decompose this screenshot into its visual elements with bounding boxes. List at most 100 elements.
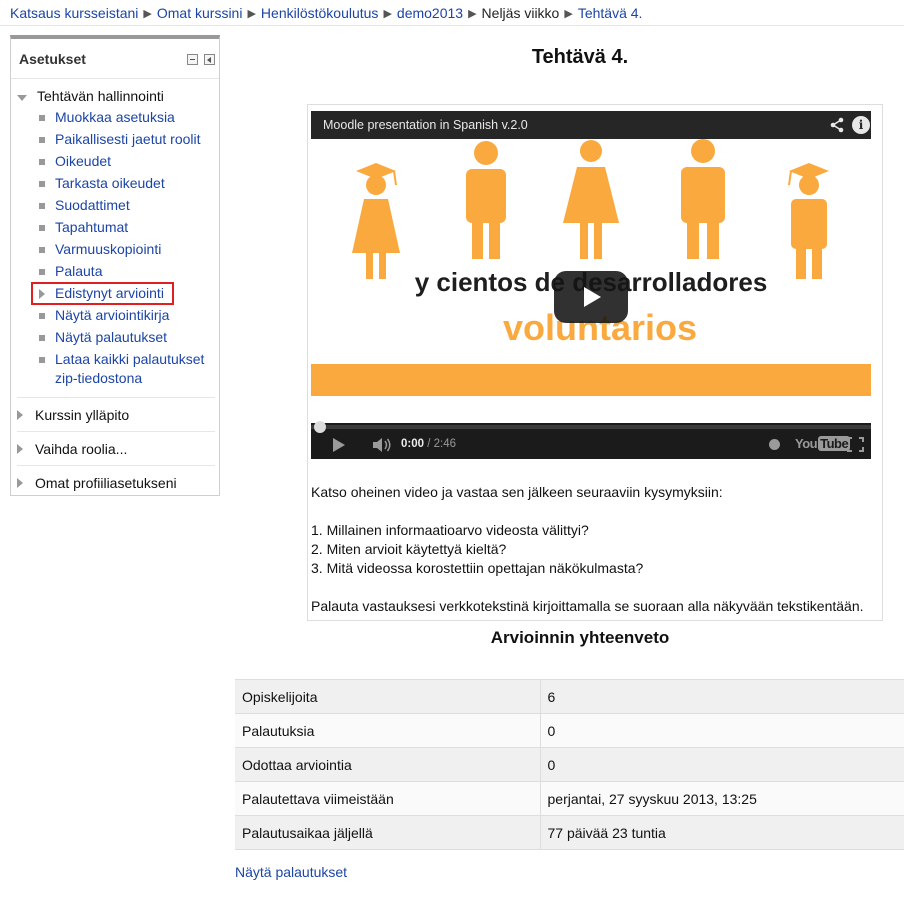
graduate-woman-icon	[352, 163, 400, 279]
video-player[interactable]: Moodle presentation in Spanish v.2.0 i y…	[311, 111, 871, 459]
video-controls: 0:00 / 2:46 You Tube	[311, 421, 871, 459]
dock-block-icon[interactable]	[204, 54, 215, 65]
settings-item-logs[interactable]: Tapahtumat	[37, 218, 221, 237]
settings-item-filters[interactable]: Suodattimet	[37, 196, 221, 215]
video-frame: y cientos de desarrolladores voluntarios	[311, 139, 871, 423]
breadcrumb-separator-icon: ▶	[564, 7, 573, 20]
table-row: Opiskelijoita 6	[235, 679, 904, 714]
settings-block-header: Asetukset	[11, 39, 219, 79]
intro-lead: Katso oheinen video ja vastaa sen jälkee…	[311, 484, 723, 500]
bullet-icon	[39, 313, 45, 319]
breadcrumb: Katsaus kursseistani ▶ Omat kurssini ▶ H…	[10, 3, 642, 23]
summary-value: 6	[540, 679, 904, 714]
bullet-icon	[39, 203, 45, 209]
bullet-icon	[39, 269, 45, 275]
breadcrumb-item-assignment[interactable]: Tehtävä 4.	[578, 5, 643, 21]
breadcrumb-separator-icon: ▶	[468, 7, 477, 20]
breadcrumb-item-dashboard[interactable]: Katsaus kursseistani	[10, 5, 138, 21]
tree-node-switch-role[interactable]: Vaihda roolia...	[17, 431, 215, 465]
settings-item-local-roles[interactable]: Paikallisesti jaetut roolit	[37, 130, 221, 149]
video-orange-band	[311, 364, 871, 396]
woman-icon	[563, 140, 619, 259]
table-row: Odottaa arviointia 0	[235, 747, 904, 782]
collapsed-arrow-icon	[17, 477, 23, 488]
settings-item-backup[interactable]: Varmuuskopiointi	[37, 240, 221, 259]
play-icon[interactable]	[333, 438, 345, 452]
bullet-icon	[39, 357, 45, 363]
settings-item-restore[interactable]: Palauta	[37, 262, 221, 281]
breadcrumb-item-section: Neljäs viikko	[481, 5, 560, 21]
summary-label: Palautuksia	[235, 713, 541, 748]
breadcrumb-item-course[interactable]: demo2013	[397, 5, 463, 21]
breadcrumb-item-category[interactable]: Henkilöstökoulutus	[261, 5, 379, 21]
progress-bar[interactable]	[311, 421, 871, 433]
breadcrumb-divider	[0, 25, 904, 26]
intro-question: 3. Mitä videossa korostettiin opettajan …	[311, 560, 644, 576]
settings-item-edit-settings[interactable]: Muokkaa asetuksia	[37, 108, 221, 127]
youtube-logo[interactable]: You Tube	[795, 436, 851, 451]
tree-node-course-admin[interactable]: Kurssin ylläpito	[17, 397, 215, 431]
share-icon[interactable]	[829, 117, 845, 133]
man-icon	[466, 141, 506, 259]
tree-node-label: Vaihda roolia...	[35, 440, 128, 457]
grading-summary-table: Opiskelijoita 6 Palautuksia 0 Odottaa ar…	[235, 679, 904, 850]
breadcrumb-separator-icon: ▶	[247, 7, 256, 20]
tree-node-label: Omat profiiliasetukseni	[35, 474, 177, 491]
table-row: Palautuksia 0	[235, 713, 904, 748]
summary-label: Palautusaikaa jäljellä	[235, 815, 541, 850]
settings-block-title: Asetukset	[19, 51, 86, 67]
summary-value: perjantai, 27 syyskuu 2013, 13:25	[540, 781, 904, 816]
graduate-man-icon	[788, 163, 829, 279]
settings-item-download-all[interactable]: Lataa kaikki palautukset zip-tiedostona	[37, 350, 221, 388]
table-row: Palautusaikaa jäljellä 77 päivää 23 tunt…	[235, 815, 904, 850]
collapsed-arrow-icon	[17, 443, 23, 454]
settings-item-permissions[interactable]: Oikeudet	[37, 152, 221, 171]
play-overlay-button[interactable]	[554, 271, 628, 323]
man-icon	[681, 139, 725, 259]
breadcrumb-item-my-courses[interactable]: Omat kurssini	[157, 5, 243, 21]
intro-text: Katso oheinen video ja vastaa sen jälkee…	[311, 483, 881, 616]
collapse-block-icon[interactable]	[187, 54, 198, 65]
expanded-arrow-icon	[17, 94, 27, 101]
video-title[interactable]: Moodle presentation in Spanish v.2.0	[323, 118, 528, 132]
bullet-icon	[39, 247, 45, 253]
table-row: Palautettava viimeistään perjantai, 27 s…	[235, 781, 904, 816]
bullet-icon	[39, 115, 45, 121]
tree-node-label: Kurssin ylläpito	[35, 406, 130, 423]
collapsed-arrow-icon	[39, 289, 45, 299]
intro-closing: Palauta vastauksesi verkkotekstinä kirjo…	[311, 598, 864, 614]
grading-summary-title: Arvioinnin yhteenveto	[490, 628, 670, 647]
settings-item-check-permissions[interactable]: Tarkasta oikeudet	[37, 174, 221, 193]
settings-item-advanced-grading[interactable]: Edistynyt arviointi	[31, 282, 174, 305]
summary-label: Palautettava viimeistään	[235, 781, 541, 816]
fullscreen-icon[interactable]	[847, 437, 864, 452]
bullet-icon	[39, 181, 45, 187]
bullet-icon	[39, 335, 45, 341]
video-time: 0:00 / 2:46	[401, 438, 456, 450]
settings-block: Asetukset Tehtävän hallinnointi Muokkaa …	[10, 35, 220, 496]
bullet-icon	[39, 159, 45, 165]
breadcrumb-separator-icon: ▶	[143, 7, 152, 20]
summary-label: Odottaa arviointia	[235, 747, 541, 782]
intro-question: 2. Miten arvioit käytettyä kieltä?	[311, 541, 507, 557]
info-icon[interactable]: i	[852, 116, 870, 134]
view-submissions-link[interactable]: Näytä palautukset	[235, 864, 347, 880]
settings-subitems: Muokkaa asetuksia Paikallisesti jaetut r…	[31, 108, 221, 391]
progress-knob[interactable]	[314, 421, 326, 433]
tree-node-profile-settings[interactable]: Omat profiiliasetukseni	[17, 465, 215, 499]
summary-value: 0	[540, 747, 904, 782]
tree-node-assignment-admin[interactable]: Tehtävän hallinnointi	[17, 88, 164, 104]
settings-item-gradebook[interactable]: Näytä arviointikirja	[37, 306, 221, 325]
intro-question: 1. Millainen informaatioarvo videosta vä…	[311, 522, 589, 538]
collapsed-arrow-icon	[17, 409, 23, 420]
bullet-icon	[39, 137, 45, 143]
tree-node-label: Tehtävän hallinnointi	[37, 88, 164, 104]
watch-later-icon[interactable]	[769, 439, 780, 450]
volume-icon[interactable]	[371, 437, 393, 453]
summary-value: 0	[540, 713, 904, 748]
settings-item-view-submissions[interactable]: Näytä palautukset	[37, 328, 221, 347]
summary-value: 77 päivää 23 tuntia	[540, 815, 904, 850]
page-title: Tehtävä 4.	[531, 46, 629, 68]
summary-label: Opiskelijoita	[235, 679, 541, 714]
video-title-bar: Moodle presentation in Spanish v.2.0 i	[311, 111, 871, 139]
